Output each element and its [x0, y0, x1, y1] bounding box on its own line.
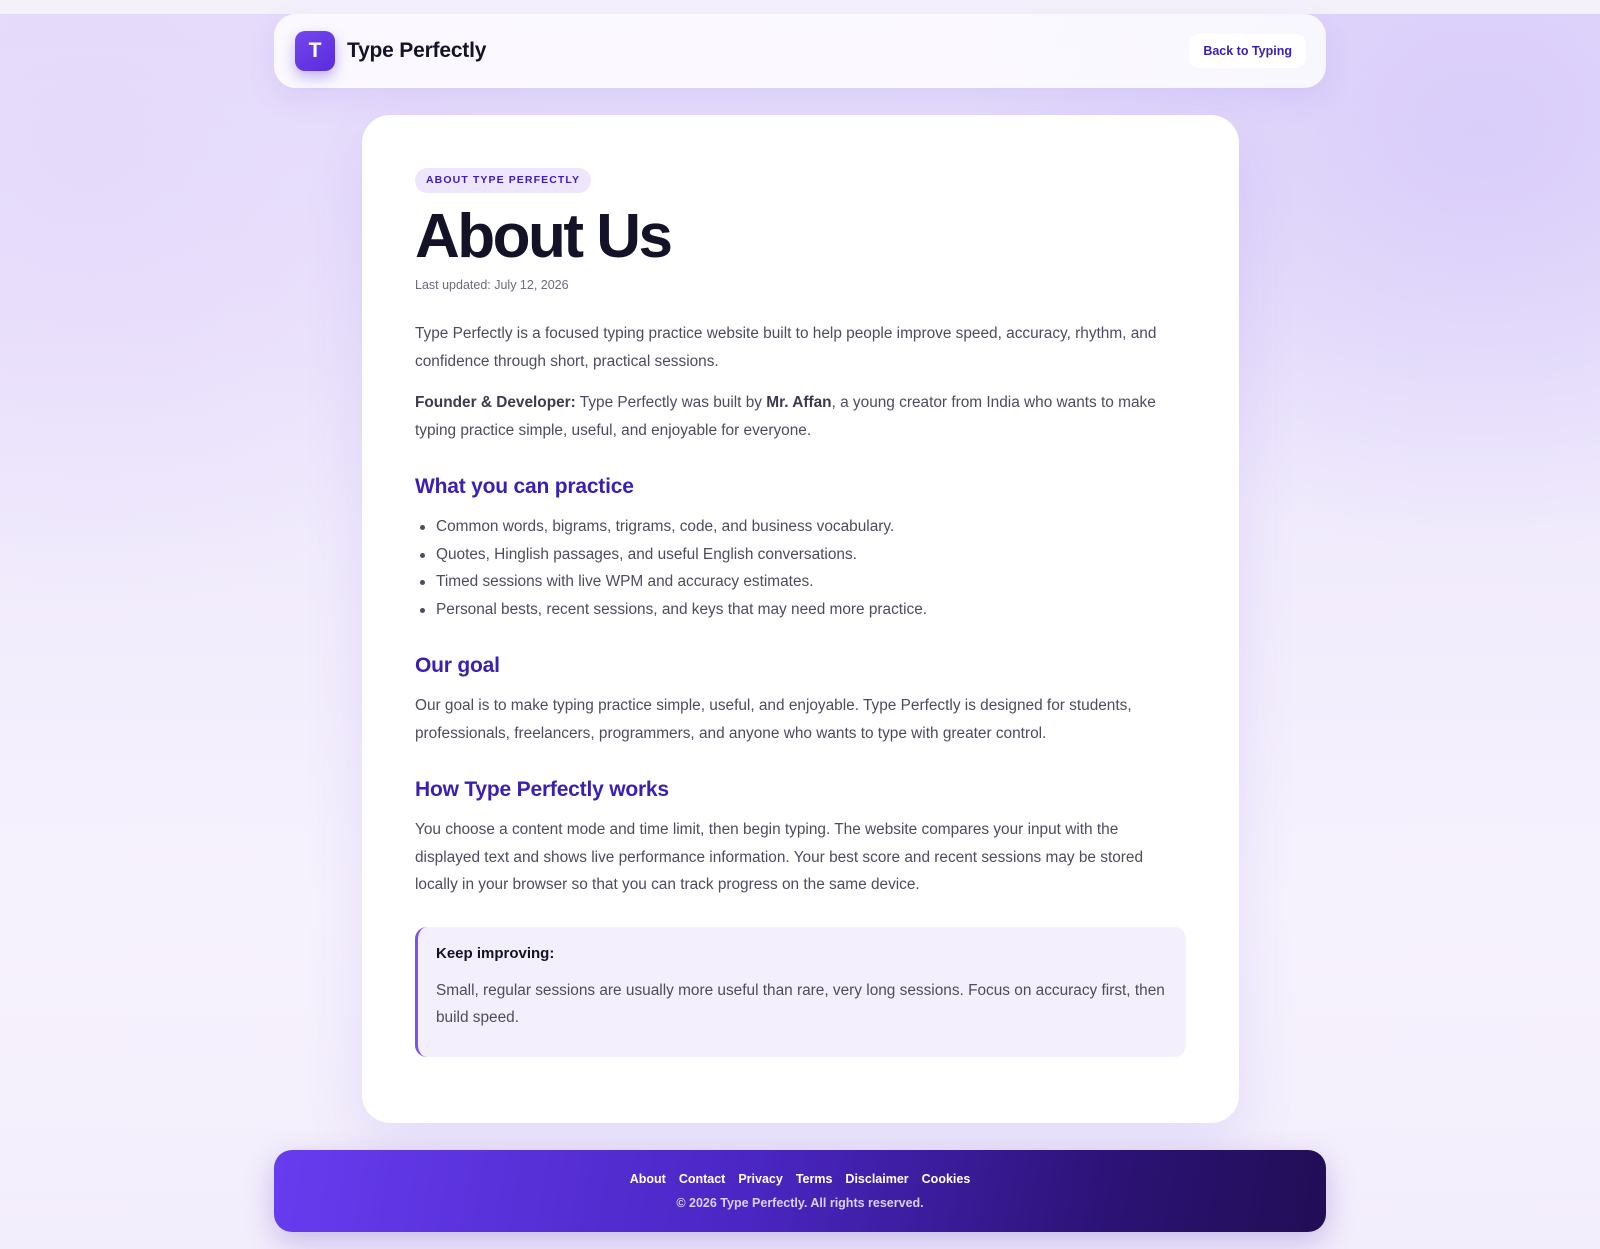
article-content: Type Perfectly is a focused typing pract…: [415, 320, 1186, 1057]
brand-name: Type Perfectly: [347, 39, 487, 62]
site-header: T Type Perfectly Back to Typing: [274, 14, 1326, 88]
founder-paragraph: Founder & Developer: Type Perfectly was …: [415, 389, 1186, 444]
goal-paragraph: Our goal is to make typing practice simp…: [415, 697, 1132, 742]
founder-text-before: Type Perfectly was built by: [575, 394, 767, 411]
practice-list: Common words, bigrams, trigrams, code, a…: [415, 513, 1186, 623]
keep-improving-callout: Keep improving: Small, regular sessions …: [415, 926, 1186, 1057]
eyebrow-badge: ABOUT TYPE PERFECTLY: [415, 168, 592, 193]
callout-title: Keep improving:: [436, 944, 555, 962]
how-heading: How Type Perfectly works: [415, 778, 669, 801]
list-item: Common words, bigrams, trigrams, code, a…: [415, 513, 1186, 541]
footer-nav: About Contact Privacy Terms Disclaimer C…: [630, 1172, 971, 1186]
list-item: Quotes, Hinglish passages, and useful En…: [415, 541, 1186, 569]
back-to-typing-button[interactable]: Back to Typing: [1189, 34, 1306, 68]
last-updated: Last updated: July 12, 2026: [415, 278, 569, 292]
footer-link-cookies[interactable]: Cookies: [922, 1172, 971, 1186]
footer-link-disclaimer[interactable]: Disclaimer: [845, 1172, 908, 1186]
logo-icon: T: [295, 31, 335, 71]
top-strip: [0, 0, 1600, 14]
footer-link-terms[interactable]: Terms: [796, 1172, 833, 1186]
footer-link-privacy[interactable]: Privacy: [738, 1172, 782, 1186]
list-item: Timed sessions with live WPM and accurac…: [415, 568, 1186, 596]
footer-link-contact[interactable]: Contact: [679, 1172, 726, 1186]
callout-text: Small, regular sessions are usually more…: [436, 981, 1165, 1027]
brand-link[interactable]: T Type Perfectly: [295, 31, 486, 71]
about-card: ABOUT TYPE PERFECTLY About Us Last updat…: [362, 115, 1239, 1123]
practice-heading: What you can practice: [415, 475, 634, 498]
founder-name: Mr. Affan: [766, 394, 832, 411]
copyright: © 2026 Type Perfectly. All rights reserv…: [676, 1196, 924, 1210]
intro-paragraph: Type Perfectly is a focused typing pract…: [415, 325, 1157, 370]
founder-label: Founder & Developer:: [415, 394, 576, 411]
site-footer: About Contact Privacy Terms Disclaimer C…: [274, 1150, 1326, 1232]
list-item: Personal bests, recent sessions, and key…: [415, 596, 1186, 624]
page-title: About Us: [415, 202, 673, 271]
how-paragraph: You choose a content mode and time limit…: [415, 821, 1144, 893]
goal-heading: Our goal: [415, 654, 500, 677]
footer-link-about[interactable]: About: [630, 1172, 666, 1186]
